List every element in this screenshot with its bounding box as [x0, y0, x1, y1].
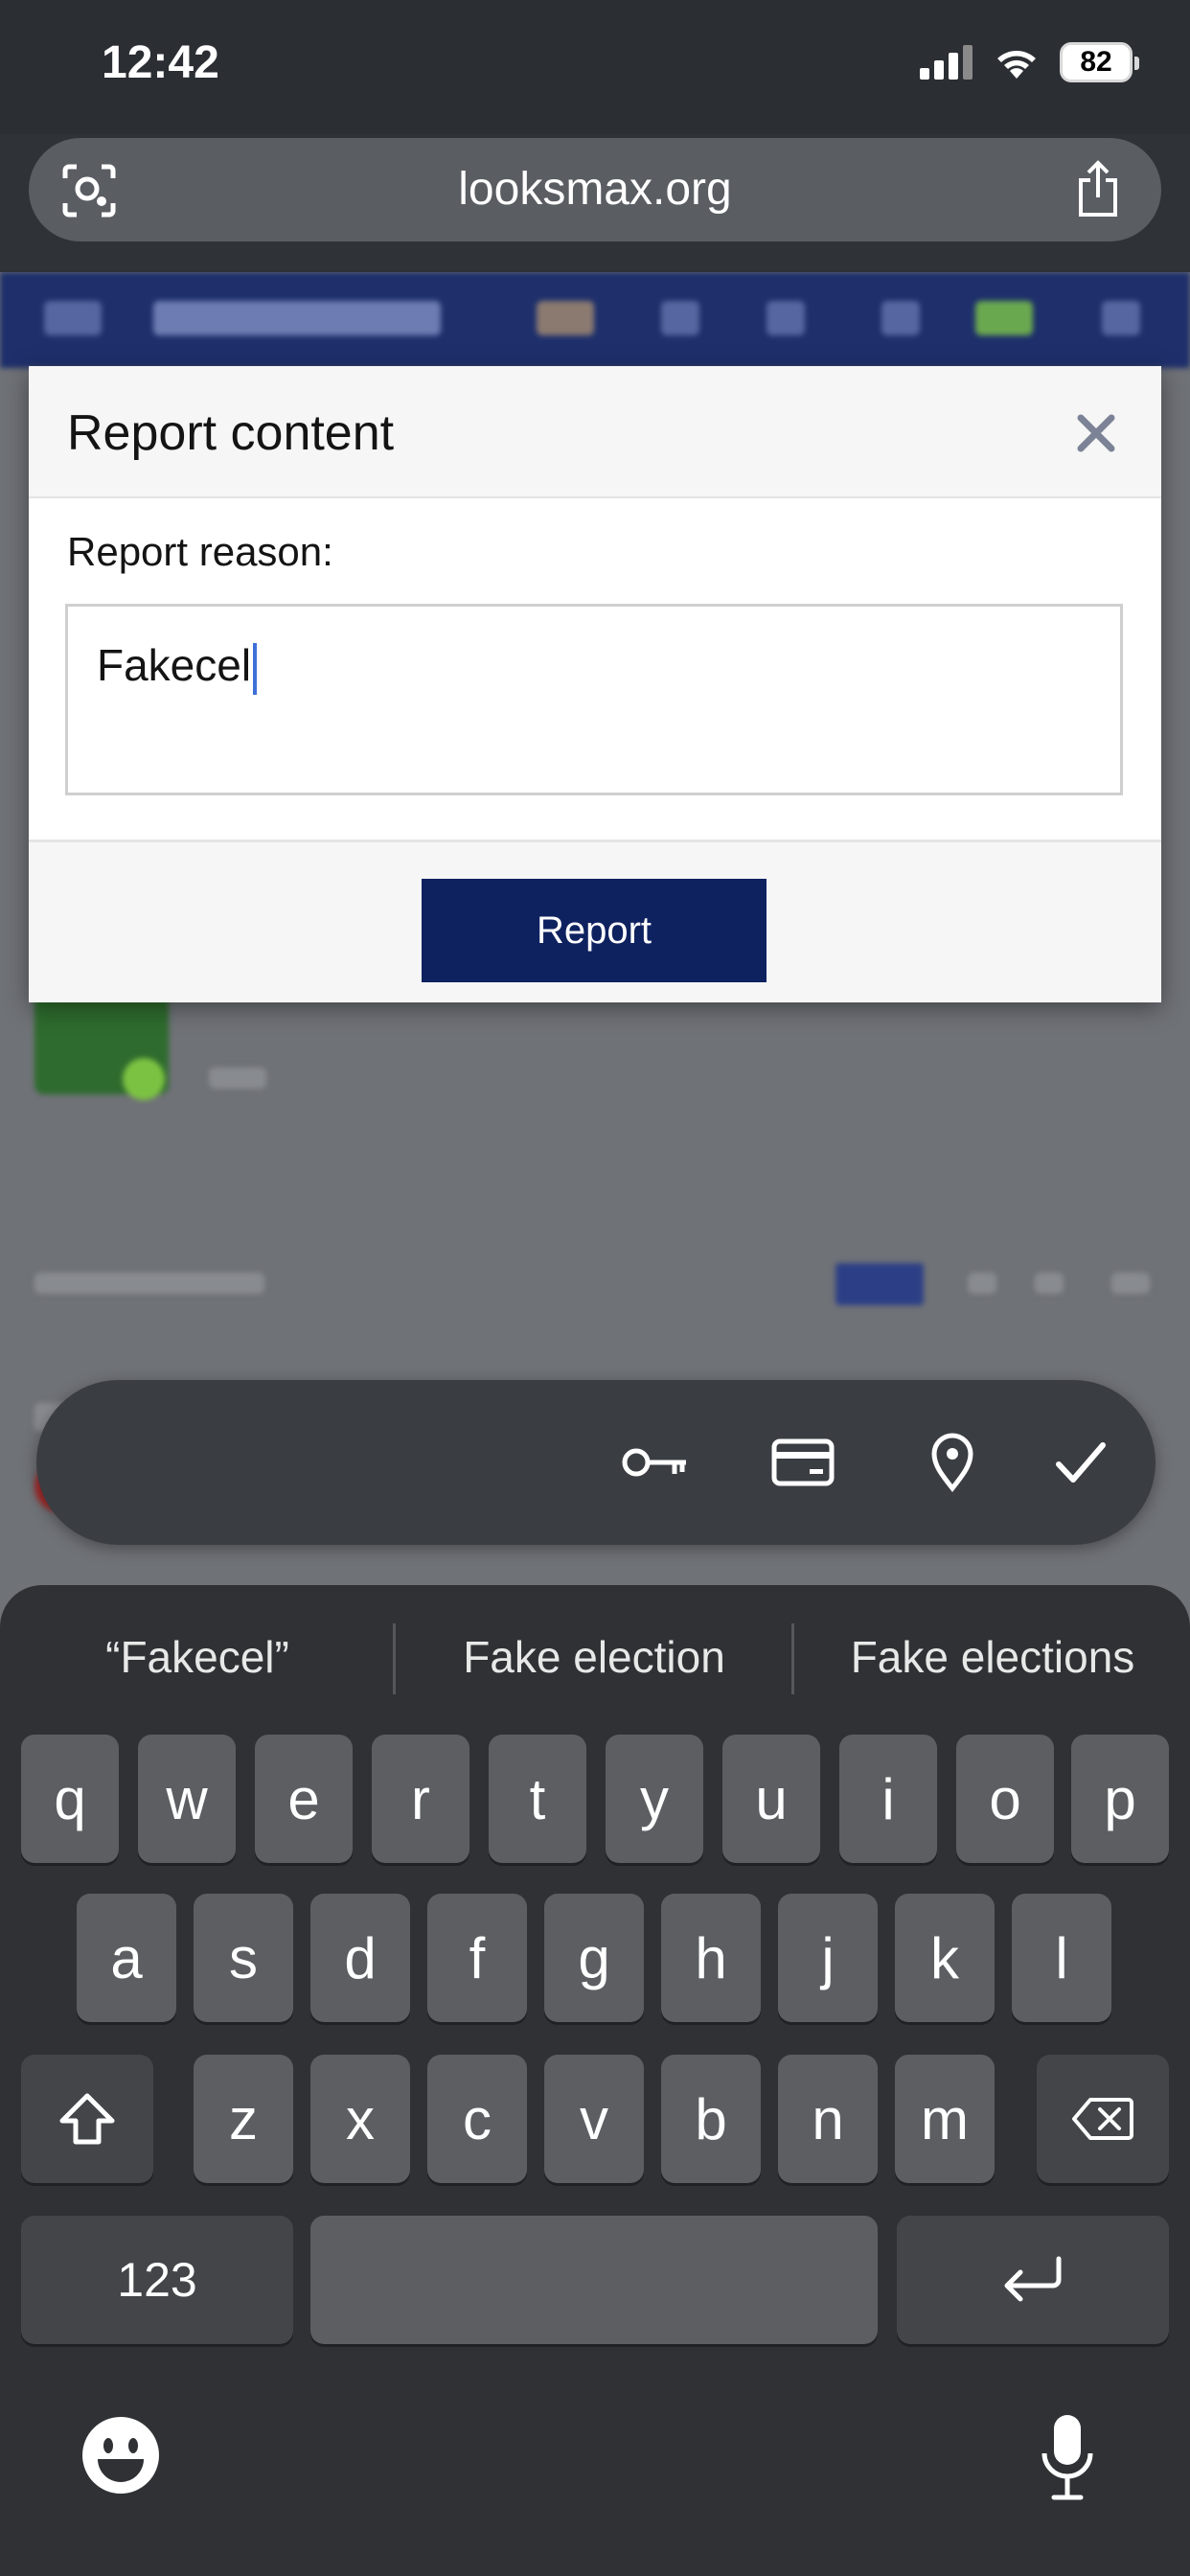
text-caret [253, 642, 258, 695]
modal-footer: Report [29, 840, 1161, 1002]
share-icon[interactable] [1073, 159, 1123, 218]
url-text[interactable]: looksmax.org [29, 138, 1161, 242]
shift-icon [59, 2093, 115, 2145]
modal-header: Report content [29, 366, 1161, 498]
key-y[interactable]: y [606, 1735, 703, 1863]
microphone-icon[interactable] [1039, 2411, 1096, 2503]
suggestion-item[interactable]: Fake elections [795, 1585, 1190, 1729]
status-bar: 12:42 82 [0, 0, 1190, 134]
site-header [0, 272, 1190, 368]
keyboard: “Fakecel” Fake election Fake elections q… [0, 1585, 1190, 2576]
delete-key[interactable] [1037, 2055, 1169, 2183]
key-t[interactable]: t [489, 1735, 586, 1863]
status-time: 12:42 [102, 37, 219, 88]
key-f[interactable]: f [427, 1894, 527, 2022]
close-icon[interactable] [1069, 406, 1123, 460]
location-pin-icon[interactable] [914, 1424, 991, 1501]
key-p[interactable]: p [1071, 1735, 1169, 1863]
credit-card-icon[interactable] [765, 1424, 841, 1501]
status-icons: 82 [920, 42, 1139, 82]
key-c[interactable]: c [427, 2055, 527, 2183]
emoji-icon[interactable] [80, 2415, 161, 2496]
url-bar[interactable]: looksmax.org [29, 138, 1161, 242]
return-icon [1004, 2256, 1062, 2302]
key-l[interactable]: l [1012, 1894, 1111, 2022]
modal-title: Report content [67, 405, 395, 461]
checkmark-icon[interactable] [1042, 1424, 1119, 1501]
suggestion-bar: “Fakecel” Fake election Fake elections [0, 1585, 1190, 1729]
reason-label: Report reason: [67, 529, 333, 574]
key-u[interactable]: u [722, 1735, 820, 1863]
key-m[interactable]: m [895, 2055, 995, 2183]
numbers-key[interactable]: 123 [21, 2216, 293, 2344]
suggestion-item[interactable]: Fake election [397, 1585, 791, 1729]
key-e[interactable]: e [255, 1735, 353, 1863]
key-g[interactable]: g [544, 1894, 644, 2022]
key-a[interactable]: a [77, 1894, 176, 2022]
reason-textarea[interactable]: Fakecel [65, 604, 1123, 795]
key-w[interactable]: w [138, 1735, 236, 1863]
key-d[interactable]: d [310, 1894, 410, 2022]
return-key[interactable] [897, 2216, 1169, 2344]
cellular-signal-icon [920, 45, 973, 80]
key-o[interactable]: o [956, 1735, 1054, 1863]
key-b[interactable]: b [661, 2055, 761, 2183]
report-button[interactable]: Report [422, 879, 767, 982]
key-x[interactable]: x [310, 2055, 410, 2183]
key-q[interactable]: q [21, 1735, 119, 1863]
wifi-icon [997, 51, 1036, 79]
key-j[interactable]: j [778, 1894, 878, 2022]
key-i[interactable]: i [839, 1735, 937, 1863]
autofill-bar [36, 1380, 1156, 1545]
key-icon[interactable] [617, 1424, 694, 1501]
key-v[interactable]: v [544, 2055, 644, 2183]
space-key[interactable] [310, 2216, 878, 2344]
suggestion-item[interactable]: “Fakecel” [0, 1585, 395, 1729]
shift-key[interactable] [21, 2055, 153, 2183]
key-h[interactable]: h [661, 1894, 761, 2022]
battery-indicator: 82 [1060, 42, 1139, 82]
key-k[interactable]: k [895, 1894, 995, 2022]
key-n[interactable]: n [778, 2055, 878, 2183]
reason-text: Fakecel [97, 640, 252, 690]
key-s[interactable]: s [194, 1894, 293, 2022]
backspace-icon [1072, 2098, 1133, 2140]
report-modal: Report content Report reason: Fakecel Re… [29, 366, 1161, 1002]
key-r[interactable]: r [372, 1735, 469, 1863]
key-z[interactable]: z [194, 2055, 293, 2183]
